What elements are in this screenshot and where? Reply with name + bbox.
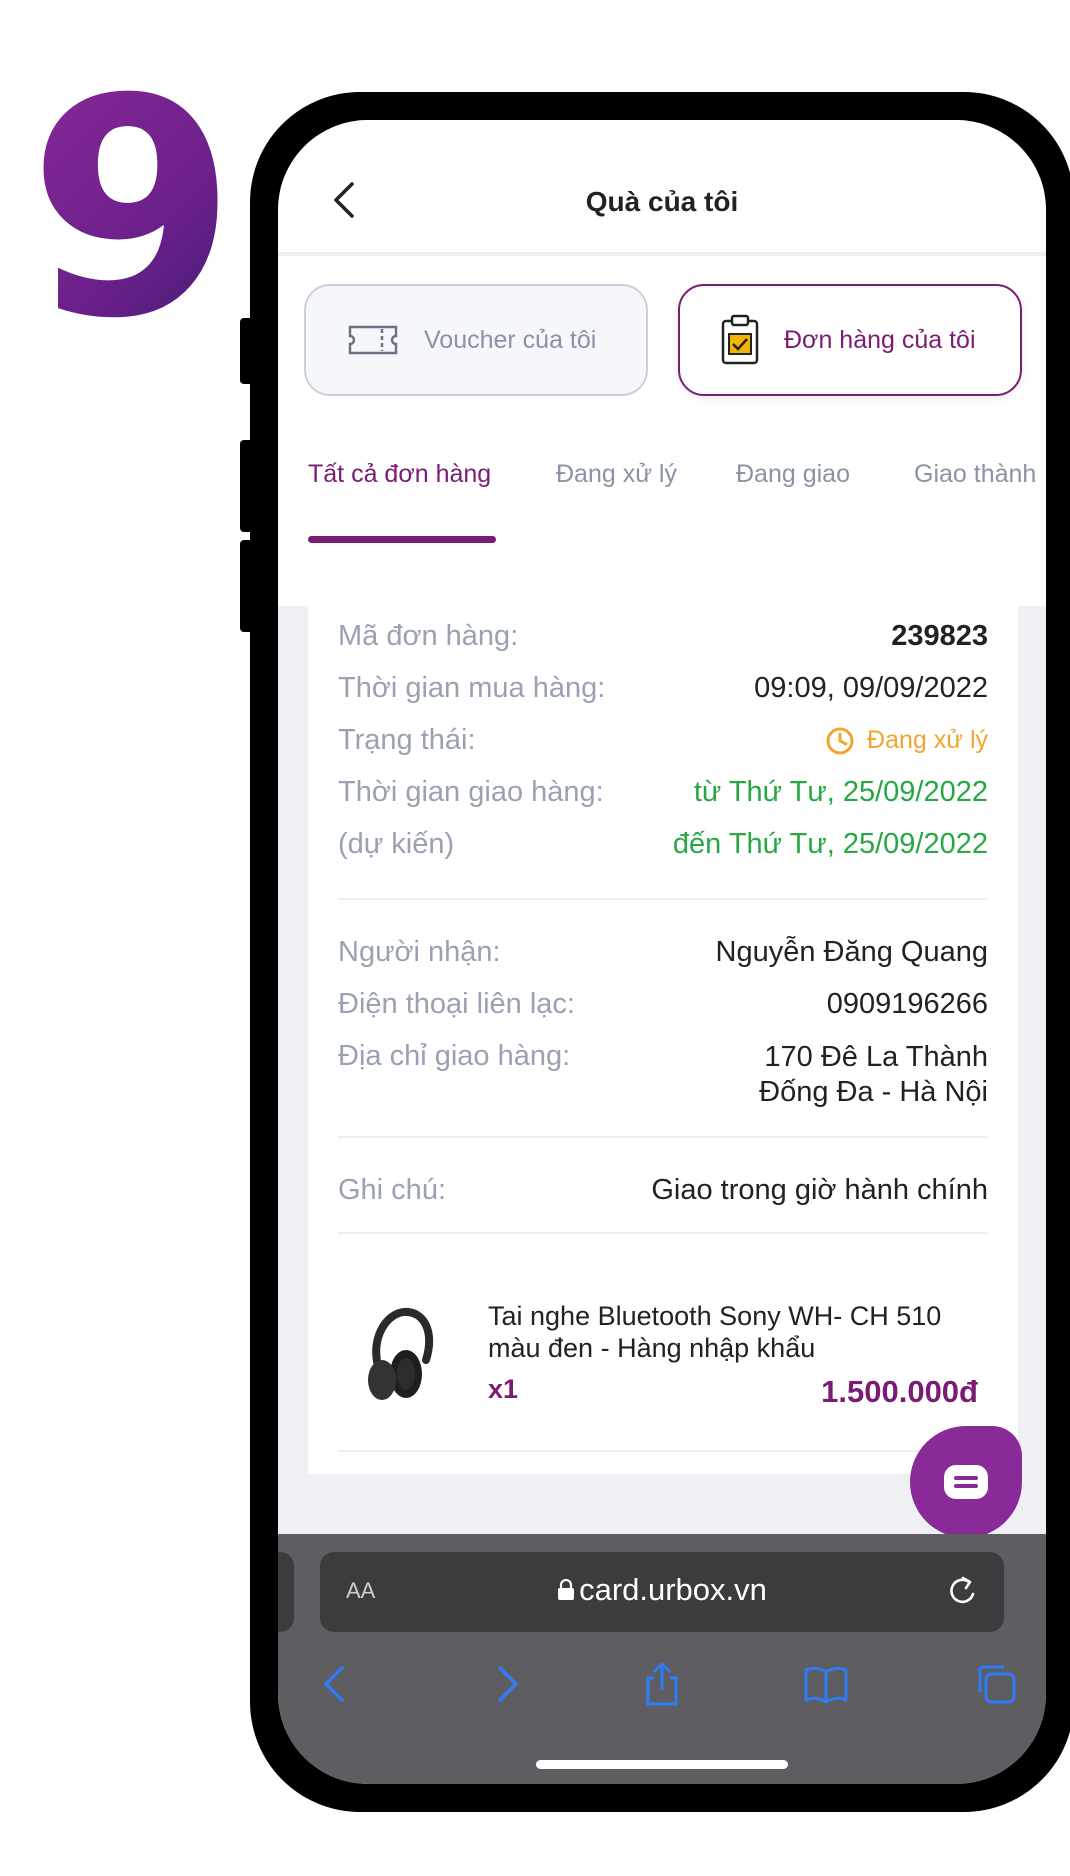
status-row: Trạng thái: Đang xử lý <box>338 724 988 757</box>
app-header: Quà của tôi <box>278 120 1046 254</box>
recipient-label: Người nhận: <box>338 936 501 968</box>
tab-all-orders[interactable]: Tất cả đơn hàng <box>308 460 491 489</box>
voucher-tab-button[interactable]: Voucher của tôi <box>304 284 648 396</box>
top-panel: Voucher của tôi Đơn hàng của tôi Tất cả … <box>278 256 1046 606</box>
address-line-1: 170 Đê La Thành <box>764 1041 988 1073</box>
status-text: Đang xử lý <box>867 726 988 754</box>
divider <box>338 1450 988 1452</box>
product-quantity: x1 <box>488 1374 519 1404</box>
phone-value: 0909196266 <box>826 988 988 1020</box>
divider <box>338 898 988 900</box>
address-label: Địa chỉ giao hàng: <box>338 1040 571 1072</box>
browser-nav <box>278 1662 1046 1712</box>
tab-delivered[interactable]: Giao thành <box>914 460 1036 489</box>
url-display[interactable]: card.urbox.vn <box>320 1572 1004 1608</box>
order-status-tabs: Tất cả đơn hàng Đang xử lý Đang giao Gia… <box>278 450 1046 512</box>
tab-processing[interactable]: Đang xử lý <box>556 460 677 489</box>
phone-screen: Quà của tôi Voucher của tôi Đơn hàng của… <box>278 120 1046 1784</box>
book-icon <box>804 1666 848 1704</box>
divider <box>338 1232 988 1234</box>
tab-shipping[interactable]: Đang giao <box>736 460 850 489</box>
product-name: Tai nghe Bluetooth Sony WH- CH 510 màu đ… <box>488 1301 942 1364</box>
note-value: Giao trong giờ hành chính <box>651 1174 988 1206</box>
browser-forward-button[interactable] <box>484 1662 528 1706</box>
delivery-time-row-2: (dự kiến) đến Thứ Tư, 25/09/2022 <box>338 828 988 861</box>
page-title: Quà của tôi <box>585 186 739 217</box>
reload-icon <box>950 1576 975 1604</box>
status-label: Trạng thái: <box>338 724 476 756</box>
headphones-image <box>360 1304 440 1404</box>
address-row: Địa chỉ giao hàng: 170 Đê La Thành Đống … <box>338 1040 988 1110</box>
tabs-button[interactable] <box>974 1662 1018 1706</box>
phone-frame: Quà của tôi Voucher của tôi Đơn hàng của… <box>250 92 1070 1812</box>
note-row: Ghi chú: Giao trong giờ hành chính <box>338 1174 988 1207</box>
voucher-tab-label: Voucher của tôi <box>424 325 597 354</box>
chevron-left-icon <box>324 1666 344 1702</box>
previous-tab-stub <box>278 1552 294 1632</box>
product-price: 1.500.000đ <box>821 1374 978 1409</box>
address-value: 170 Đê La Thành Đống Đa - Hà Nội <box>759 1040 988 1110</box>
note-label: Ghi chú: <box>338 1174 446 1206</box>
order-id-value: 239823 <box>891 620 988 652</box>
purchase-time-value: 09:09, 09/09/2022 <box>754 672 988 704</box>
order-card: Mã đơn hàng: 239823 Thời gian mua hàng: … <box>308 582 1018 1474</box>
order-id-label: Mã đơn hàng: <box>338 620 519 652</box>
delivery-time-row: Thời gian giao hàng: từ Thứ Tư, 25/09/20… <box>338 776 988 809</box>
recipient-value: Nguyễn Đăng Quang <box>715 936 988 968</box>
chat-icon <box>944 1465 988 1499</box>
reload-button[interactable] <box>946 1574 980 1615</box>
bookmarks-button[interactable] <box>804 1662 848 1706</box>
delivery-from: từ Thứ Tư, 25/09/2022 <box>693 776 988 808</box>
browser-back-button[interactable] <box>314 1662 358 1706</box>
browser-toolbar: AA card.urbox.vn <box>278 1534 1046 1784</box>
purchase-time-row: Thời gian mua hàng: 09:09, 09/09/2022 <box>338 672 988 705</box>
phone-label: Điện thoại liên lạc: <box>338 988 575 1020</box>
phone-row: Điện thoại liên lạc: 0909196266 <box>338 988 988 1021</box>
lock-icon <box>558 1578 575 1600</box>
chat-button[interactable] <box>910 1426 1022 1538</box>
purchase-time-label: Thời gian mua hàng: <box>338 672 606 704</box>
step-number: 9 <box>28 35 237 384</box>
clipboard-check-icon <box>720 314 760 366</box>
url-text: card.urbox.vn <box>579 1572 767 1607</box>
tabs-icon <box>978 1665 1016 1704</box>
share-icon <box>646 1662 678 1706</box>
address-line-2: Đống Đa - Hà Nội <box>759 1075 988 1108</box>
delivery-estimate-label: (dự kiến) <box>338 828 455 860</box>
status-value: Đang xử lý <box>825 724 988 757</box>
share-button[interactable] <box>640 1662 684 1706</box>
divider <box>338 1136 988 1138</box>
active-tab-indicator <box>308 536 496 543</box>
address-bar[interactable]: AA card.urbox.vn <box>320 1552 1004 1632</box>
delivery-time-label: Thời gian giao hàng: <box>338 776 604 808</box>
chevron-right-icon <box>498 1666 518 1702</box>
delivery-to: đến Thứ Tư, 25/09/2022 <box>672 828 988 860</box>
clock-icon <box>826 727 854 754</box>
order-id-row: Mã đơn hàng: 239823 <box>338 620 988 653</box>
recipient-row: Người nhận: Nguyễn Đăng Quang <box>338 936 988 969</box>
orders-tab-button[interactable]: Đơn hàng của tôi <box>678 284 1022 396</box>
orders-tab-label: Đơn hàng của tôi <box>784 325 976 354</box>
home-indicator <box>536 1760 788 1769</box>
ticket-icon <box>346 323 400 357</box>
